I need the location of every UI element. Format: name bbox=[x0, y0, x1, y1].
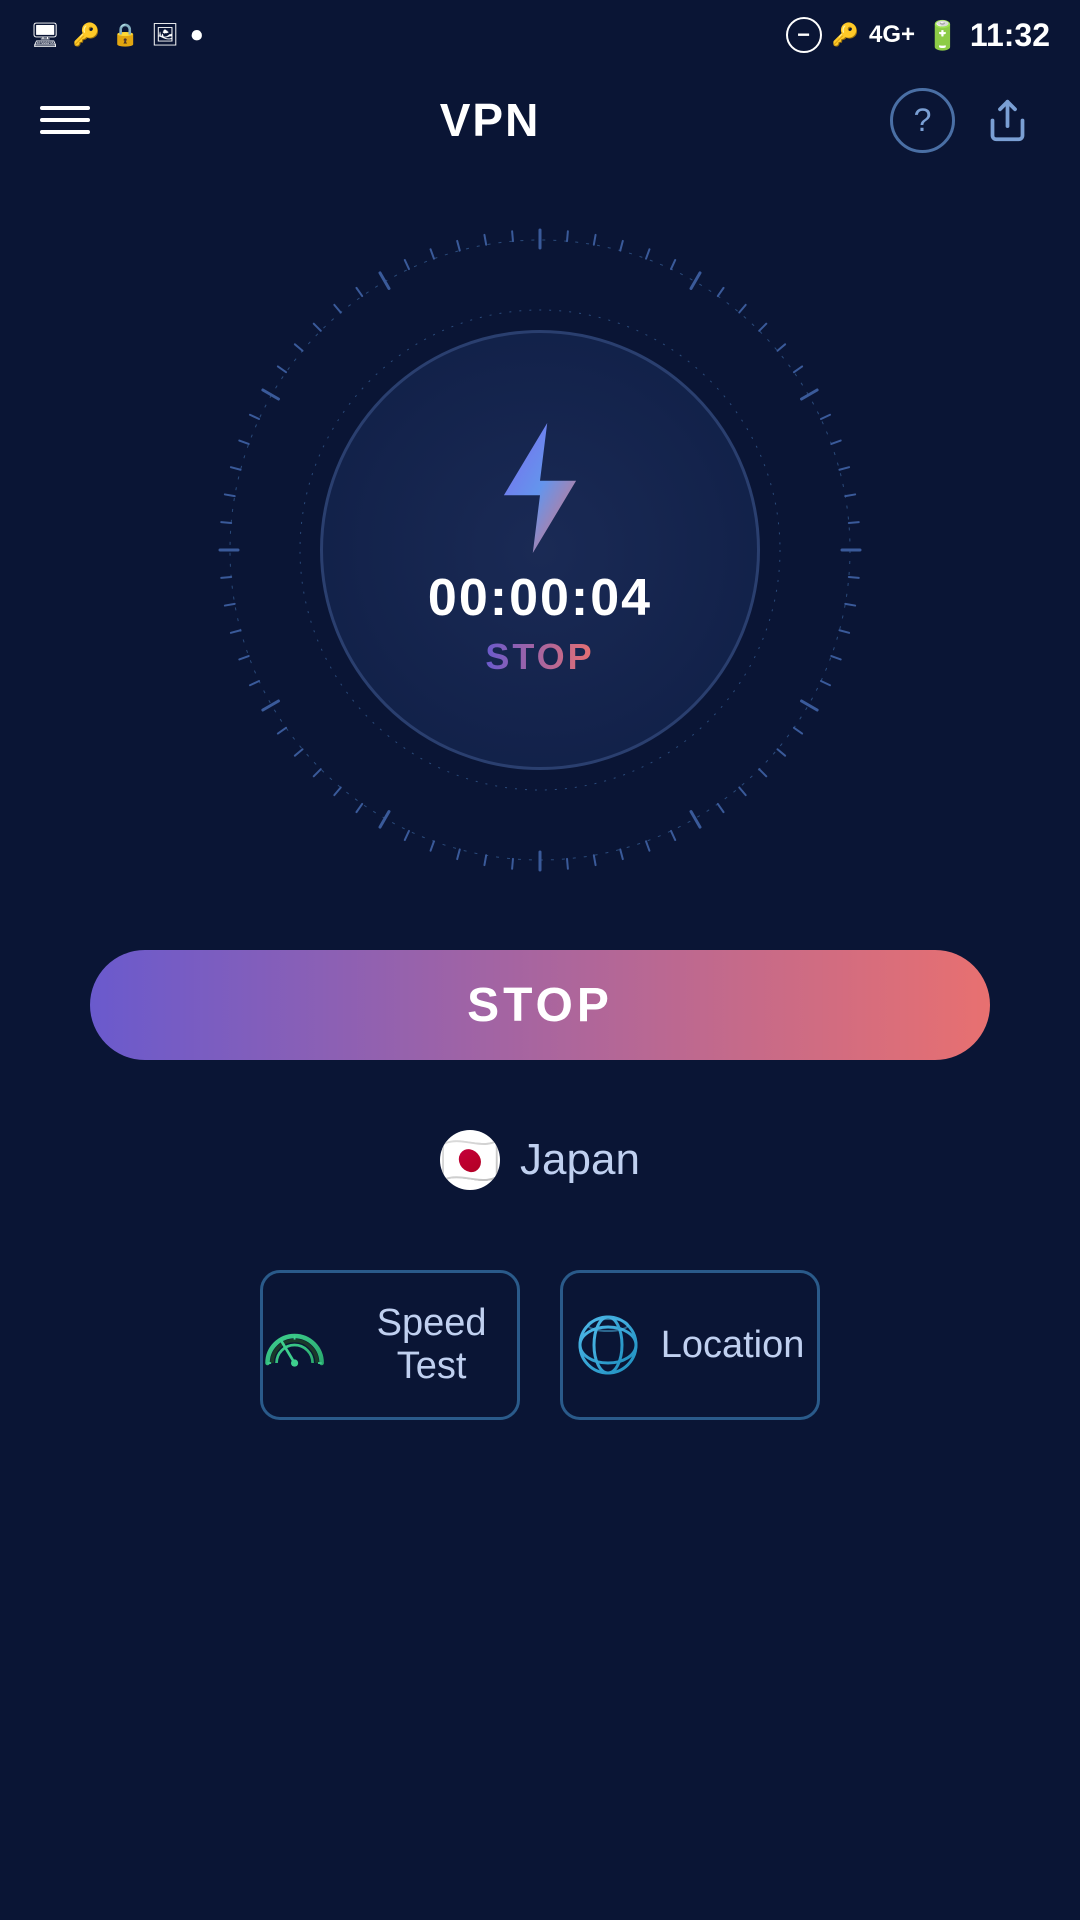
speedometer-icon bbox=[263, 1315, 326, 1375]
lock-icon: 🔒 bbox=[112, 22, 139, 48]
app-title: VPN bbox=[440, 93, 541, 147]
location-button[interactable]: Location bbox=[560, 1270, 820, 1420]
key-icon: 🔑 bbox=[72, 22, 99, 48]
share-icon bbox=[985, 98, 1030, 143]
connection-timer: 00:00:04 bbox=[428, 568, 652, 628]
location-label: Location bbox=[661, 1324, 805, 1367]
key2-icon: 🔑 bbox=[832, 22, 859, 48]
signal-icon: 4G+ bbox=[869, 21, 915, 49]
menu-button[interactable] bbox=[40, 106, 90, 134]
globe-icon bbox=[576, 1313, 641, 1378]
question-icon: ? bbox=[914, 102, 932, 139]
menu-line-2 bbox=[40, 118, 90, 122]
dial-stop-label: STOP bbox=[485, 636, 594, 678]
stop-button[interactable]: STOP bbox=[90, 950, 990, 1060]
country-selector[interactable]: 🇯🇵 Japan bbox=[440, 1130, 640, 1190]
battery-icon: 🔋 bbox=[925, 19, 960, 52]
flag-emoji: 🇯🇵 bbox=[440, 1132, 500, 1189]
record-icon: ⏺ bbox=[191, 22, 202, 48]
status-bar: 🖥 🔑 🔒 🖼 ⏺ − 🔑 4G+ 🔋 11:32 bbox=[0, 0, 1080, 70]
bottom-actions: Speed Test Location bbox=[180, 1270, 900, 1420]
status-time: 11:32 bbox=[970, 17, 1050, 54]
sim-icon: 🖥 bbox=[30, 21, 60, 50]
image-icon: 🖼 bbox=[151, 22, 179, 48]
speed-test-button[interactable]: Speed Test bbox=[260, 1270, 520, 1420]
minus-icon: − bbox=[786, 17, 822, 53]
speed-test-label: Speed Test bbox=[346, 1302, 517, 1388]
status-right-icons: − 🔑 4G+ 🔋 11:32 bbox=[786, 17, 1050, 54]
app-header: VPN ? bbox=[0, 70, 1080, 170]
dial-inner[interactable]: 00:00:04 STOP bbox=[320, 330, 760, 770]
menu-line-3 bbox=[40, 130, 90, 134]
menu-line-1 bbox=[40, 106, 90, 110]
status-left-icons: 🖥 🔑 🔒 🖼 ⏺ bbox=[30, 21, 202, 50]
country-flag: 🇯🇵 bbox=[440, 1130, 500, 1190]
main-content: 00:00:04 STOP STOP 🇯🇵 Japan bbox=[0, 170, 1080, 1460]
connection-dial[interactable]: 00:00:04 STOP bbox=[200, 210, 880, 890]
share-button[interactable] bbox=[975, 88, 1040, 153]
country-name: Japan bbox=[520, 1135, 640, 1185]
lightning-icon bbox=[480, 423, 600, 553]
help-button[interactable]: ? bbox=[890, 88, 955, 153]
